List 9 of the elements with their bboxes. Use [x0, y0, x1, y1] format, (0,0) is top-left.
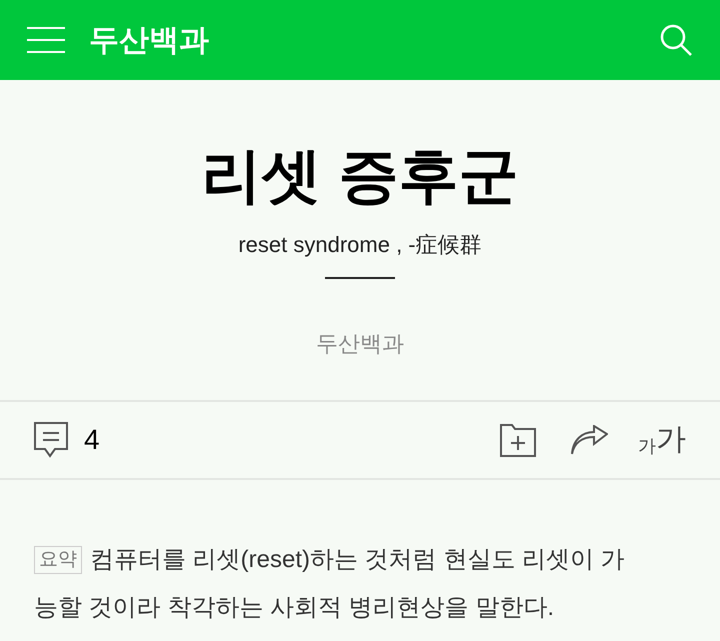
comment-count: 4: [84, 423, 100, 457]
source-label: 두산백과: [316, 330, 404, 358]
font-size-button[interactable]: 가가: [638, 425, 686, 455]
comment-icon[interactable]: [34, 422, 68, 458]
share-icon[interactable]: [570, 425, 608, 455]
folder-plus-icon[interactable]: [500, 424, 536, 456]
article-subtitle: reset syndrome , -症候群: [238, 231, 482, 259]
summary-text: 요약 컴퓨터를 리셋(reset)하는 것처럼 현실도 리셋이 가능할 것이라 착각하는 사회적 병리현상을 말한다.: [33, 545, 626, 623]
article-title: 리셋 증후군: [202, 141, 518, 211]
